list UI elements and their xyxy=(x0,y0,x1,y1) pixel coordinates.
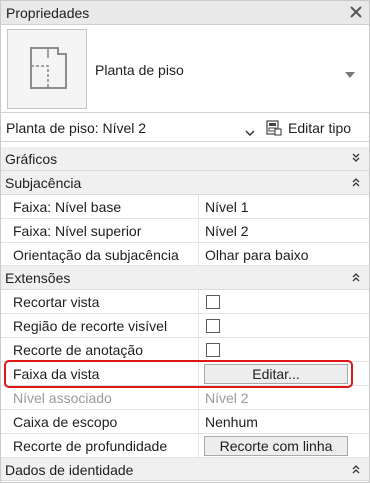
property-row[interactable]: Região de recorte visível xyxy=(1,314,369,339)
property-name: Região de recorte visível xyxy=(13,318,168,335)
edit-type-button[interactable]: Editar tipo xyxy=(263,116,367,140)
category-label: Dados de identidade xyxy=(5,461,134,478)
column-divider xyxy=(198,409,199,433)
property-value[interactable]: Nível 1 xyxy=(205,199,249,215)
category-label: Gráficos xyxy=(5,151,58,167)
property-row[interactable]: Orientação da subjacência Olhar para bai… xyxy=(1,242,369,267)
column-divider xyxy=(198,194,199,218)
property-name: Recortar vista xyxy=(13,294,100,311)
expand-icon[interactable] xyxy=(351,151,361,163)
instance-selector-dropdown[interactable]: Planta de piso: Nível 2 xyxy=(1,114,259,142)
palette-title: Propriedades xyxy=(6,5,90,21)
edit-type-icon xyxy=(265,119,283,137)
properties-grid: Gráficos Subjacência Faixa: Nível base N… xyxy=(1,147,369,482)
property-name: Orientação da subjacência xyxy=(13,246,179,263)
property-value[interactable]: Nível 2 xyxy=(205,223,249,239)
close-icon[interactable] xyxy=(347,3,365,21)
properties-palette: Propriedades Planta de piso Planta de pi… xyxy=(0,0,370,483)
property-name: Faixa: Nível superior xyxy=(13,222,142,239)
type-selector[interactable]: Planta de piso xyxy=(1,25,369,113)
property-row[interactable]: Recorte de profundidade Recorte com linh… xyxy=(1,433,369,458)
column-divider xyxy=(198,338,199,362)
property-row[interactable]: Caixa de escopo Nenhum xyxy=(1,409,369,434)
property-row: Nível associado Nível 2 xyxy=(1,385,369,410)
category-graficos[interactable]: Gráficos xyxy=(1,147,369,171)
property-name: Caixa de escopo xyxy=(13,413,118,430)
property-row[interactable]: Faixa da vista Editar... xyxy=(1,362,369,386)
collapse-icon[interactable] xyxy=(351,175,361,187)
property-name: Recorte de anotação xyxy=(13,342,143,359)
property-row[interactable]: Faixa: Nível base Nível 1 xyxy=(1,194,369,219)
column-divider xyxy=(198,242,199,266)
property-value[interactable]: Olhar para baixo xyxy=(205,247,309,263)
instance-selector-row: Planta de piso: Nível 2 Editar tipo xyxy=(1,114,369,142)
property-name: Faixa da vista xyxy=(13,366,100,383)
column-divider xyxy=(198,385,199,409)
crop-view-checkbox[interactable] xyxy=(206,295,220,310)
property-row[interactable]: Recortar vista xyxy=(1,290,369,315)
column-divider xyxy=(198,218,199,242)
palette-titlebar[interactable]: Propriedades xyxy=(1,1,369,25)
column-divider xyxy=(198,362,199,385)
category-dados-identidade[interactable]: Dados de identidade xyxy=(1,457,369,482)
property-row[interactable]: Recorte de anotação xyxy=(1,338,369,363)
column-divider xyxy=(198,314,199,338)
category-label: Extensões xyxy=(5,270,71,287)
instance-selector-label: Planta de piso: Nível 2 xyxy=(6,120,147,136)
depth-clipping-button[interactable]: Recorte com linha xyxy=(204,435,348,456)
property-value: Nível 2 xyxy=(205,389,249,406)
property-row[interactable]: Faixa: Nível superior Nível 2 xyxy=(1,218,369,243)
collapse-icon[interactable] xyxy=(351,270,361,282)
crop-region-visible-checkbox[interactable] xyxy=(206,319,220,334)
property-name: Nível associado xyxy=(13,389,112,406)
edit-type-label: Editar tipo xyxy=(288,120,352,136)
category-label: Subjacência xyxy=(5,174,82,191)
column-divider xyxy=(198,433,199,457)
collapse-icon[interactable] xyxy=(351,462,361,474)
chevron-down-icon xyxy=(245,124,255,137)
caret-down-icon[interactable] xyxy=(345,65,355,78)
property-value[interactable]: Nenhum xyxy=(205,414,258,430)
view-range-edit-button[interactable]: Editar... xyxy=(204,364,348,385)
floor-plan-icon xyxy=(7,29,87,109)
property-name: Faixa: Nível base xyxy=(13,198,122,215)
annotation-crop-checkbox[interactable] xyxy=(206,343,220,358)
category-subjacencia[interactable]: Subjacência xyxy=(1,170,369,195)
property-name: Recorte de profundidade xyxy=(13,437,168,454)
type-name: Planta de piso xyxy=(95,62,184,78)
column-divider xyxy=(198,290,199,314)
category-extensoes[interactable]: Extensões xyxy=(1,266,369,291)
